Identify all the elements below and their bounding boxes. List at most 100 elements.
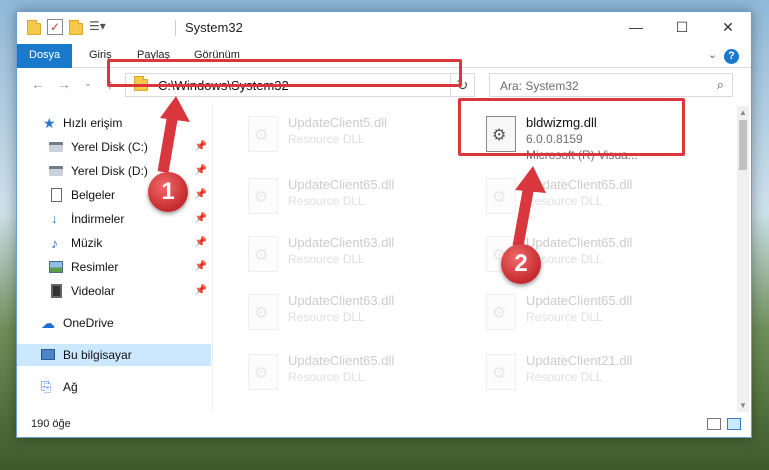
search-input[interactable]: Ara: System32 ⌕: [489, 73, 733, 97]
customize-toolbar-icon[interactable]: ☰▾: [89, 19, 106, 35]
network-icon: ⎘: [41, 379, 52, 394]
file-item[interactable]: UpdateClient5.dll Resource DLL: [238, 110, 468, 162]
ribbon-expand-icon[interactable]: ⌄: [708, 48, 717, 61]
sidebar-item-videos[interactable]: Videolar 📌: [17, 280, 211, 302]
sidebar-item-label: İndirmeler: [71, 212, 125, 226]
cloud-icon: ☁: [41, 315, 55, 331]
back-button[interactable]: ←: [29, 75, 47, 93]
file-description: Resource DLL: [288, 310, 365, 324]
scrollbar-thumb[interactable]: [739, 120, 747, 170]
sidebar-item-this-pc[interactable]: Bu bilgisayar: [17, 344, 211, 366]
large-icons-view-icon[interactable]: [727, 418, 741, 430]
file-description: Resource DLL: [526, 370, 603, 384]
pin-icon: 📌: [194, 237, 207, 248]
file-description: Resource DLL: [288, 370, 365, 384]
step-badge-2: 2: [501, 244, 541, 284]
dll-file-icon: [486, 354, 516, 390]
quick-access-toolbar: ✓ ☰▾: [27, 19, 111, 35]
sidebar-item-music[interactable]: ♪ Müzik 📌: [17, 232, 211, 254]
pin-icon: 📌: [194, 165, 207, 176]
search-placeholder: Ara: System32: [500, 79, 579, 93]
recent-locations-button[interactable]: ⌄: [79, 75, 97, 93]
item-count: 190 öğe: [31, 418, 71, 430]
maximize-button[interactable]: ☐: [659, 12, 705, 42]
file-description: Resource DLL: [526, 194, 603, 208]
star-icon: ★: [43, 115, 56, 131]
file-name: UpdateClient65.dll: [288, 353, 395, 368]
folder-icon: [27, 19, 41, 35]
file-description: Resource DLL: [288, 194, 365, 208]
navigation-pane: ★ Hızlı erişim Yerel Disk (C:) 📌 Yerel D…: [17, 104, 213, 412]
sidebar-item-network[interactable]: ⎘ Ağ: [17, 376, 211, 398]
pin-icon: 📌: [194, 213, 207, 224]
disk-icon: [49, 166, 63, 176]
dll-file-icon: [248, 116, 278, 152]
file-description: Resource DLL: [288, 252, 365, 266]
pictures-icon: [49, 261, 63, 273]
sidebar-item-label: Müzik: [71, 236, 103, 250]
file-name: UpdateClient65.dll: [526, 235, 633, 250]
computer-icon: [41, 349, 55, 360]
file-name: UpdateClient63.dll: [288, 235, 395, 250]
file-description: Resource DLL: [288, 132, 365, 146]
sidebar-item-pictures[interactable]: Resimler 📌: [17, 256, 211, 278]
sidebar-item-disk-c[interactable]: Yerel Disk (C:) 📌: [17, 136, 211, 158]
file-item[interactable]: UpdateClient65.dll Resource DLL: [238, 348, 468, 400]
scroll-down-icon[interactable]: ▼: [737, 401, 749, 410]
sidebar-item-label: Hızlı erişim: [63, 116, 123, 130]
pin-icon: 📌: [194, 285, 207, 296]
sidebar-item-label: Yerel Disk (C:): [71, 140, 148, 154]
dll-file-icon: [486, 294, 516, 330]
close-button[interactable]: ✕: [705, 12, 751, 42]
dll-file-icon: [248, 354, 278, 390]
file-name: UpdateClient63.dll: [288, 293, 395, 308]
file-item[interactable]: UpdateClient63.dll Resource DLL: [238, 230, 468, 282]
sidebar-item-label: Belgeler: [71, 188, 116, 202]
pin-icon: 📌: [194, 261, 207, 272]
sidebar-item-label: Yerel Disk (D:): [71, 164, 148, 178]
title-separator: [175, 20, 176, 36]
scroll-up-icon[interactable]: ▲: [737, 108, 749, 117]
sidebar-item-quick-access[interactable]: ★ Hızlı erişim: [17, 112, 211, 134]
step-badge-1: 1: [148, 172, 188, 212]
sidebar-item-label: Resimler: [71, 260, 119, 274]
sidebar-item-downloads[interactable]: ↓ İndirmeler 📌: [17, 208, 211, 230]
dll-file-icon: [248, 294, 278, 330]
file-item[interactable]: UpdateClient65.dll Resource DLL: [476, 172, 706, 224]
document-icon: [51, 188, 62, 202]
pin-icon: 📌: [194, 141, 207, 152]
minimize-button[interactable]: —: [613, 12, 659, 42]
sidebar-item-onedrive[interactable]: ☁ OneDrive: [17, 312, 211, 334]
status-bar: 190 öğe: [17, 413, 751, 437]
download-icon: ↓: [51, 211, 58, 226]
file-name: UpdateClient65.dll: [526, 293, 633, 308]
file-name: UpdateClient65.dll: [288, 177, 395, 192]
file-name: UpdateClient65.dll: [526, 177, 633, 192]
dll-file-icon: [248, 236, 278, 272]
window-title: System32: [185, 20, 243, 35]
properties-icon[interactable]: ✓: [47, 19, 63, 35]
sidebar-item-label: Bu bilgisayar: [63, 348, 132, 362]
videos-icon: [51, 284, 62, 298]
file-item[interactable]: UpdateClient65.dll Resource DLL: [476, 288, 706, 340]
sidebar-item-label: Ağ: [63, 380, 78, 394]
new-folder-icon[interactable]: [69, 19, 83, 35]
vertical-scrollbar[interactable]: ▲ ▼: [737, 106, 749, 412]
address-bar-highlight: [107, 59, 462, 87]
file-item[interactable]: UpdateClient65.dll Resource DLL: [238, 172, 468, 224]
file-item[interactable]: UpdateClient21.dll Resource DLL: [476, 348, 706, 400]
search-icon[interactable]: ⌕: [717, 77, 724, 93]
tab-file[interactable]: Dosya: [17, 44, 73, 68]
sidebar-item-label: OneDrive: [63, 316, 114, 330]
file-description: Resource DLL: [526, 310, 603, 324]
dll-file-icon: [248, 178, 278, 214]
dll-file-icon: [486, 178, 516, 214]
file-name: UpdateClient21.dll: [526, 353, 633, 368]
file-item[interactable]: UpdateClient63.dll Resource DLL: [238, 288, 468, 340]
sidebar-item-label: Videolar: [71, 284, 115, 298]
pin-icon: 📌: [194, 189, 207, 200]
forward-button[interactable]: →: [55, 75, 73, 93]
title-bar: ✓ ☰▾ System32 — ☐ ✕: [17, 12, 751, 44]
help-icon[interactable]: ?: [724, 49, 739, 64]
details-view-icon[interactable]: [707, 418, 721, 430]
